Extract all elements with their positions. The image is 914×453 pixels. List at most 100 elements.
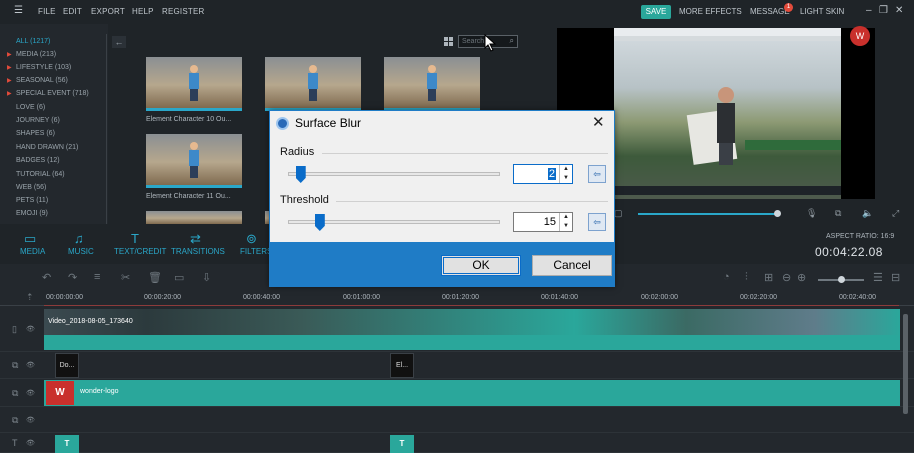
radius-input[interactable]: 2 ▲ ▼ — [513, 164, 573, 184]
snapshot-icon[interactable]: ⧉ — [835, 208, 841, 219]
volume-icon[interactable]: 🔈 — [862, 208, 873, 219]
category-item[interactable]: LOVE (6) — [16, 104, 45, 111]
ok-button[interactable]: OK — [441, 255, 521, 276]
close-icon[interactable]: ✕ — [895, 5, 903, 16]
media-thumbnail[interactable] — [146, 134, 242, 188]
close-icon[interactable]: ✕ — [592, 113, 605, 131]
add-track-icon[interactable]: ⇡ — [26, 292, 34, 303]
threshold-spinner[interactable]: ▲ ▼ — [559, 213, 572, 231]
threshold-label: Threshold — [280, 194, 329, 206]
eye-icon[interactable]: 👁 — [26, 325, 35, 333]
radius-slider[interactable] — [288, 172, 500, 176]
save-button[interactable]: SAVE — [641, 5, 671, 19]
minimize-icon[interactable]: – — [866, 5, 872, 16]
category-item[interactable]: ▶ LIFESTYLE (103) — [7, 64, 72, 71]
text-clip[interactable]: T — [390, 435, 414, 453]
zoom-in-icon[interactable]: ⊕ — [797, 271, 806, 284]
crop-icon[interactable]: ▭ — [174, 271, 184, 284]
radius-spinner[interactable]: ▲ ▼ — [559, 165, 572, 183]
tab-music[interactable]: MUSIC — [68, 247, 94, 256]
video-clip-audio[interactable] — [44, 335, 900, 350]
microphone-icon[interactable]: 🎙 — [806, 208, 817, 219]
text-clip[interactable]: T — [55, 435, 79, 453]
ruler-label: 00:02:20:00 — [740, 294, 777, 301]
video-clip[interactable] — [44, 309, 900, 335]
ruler-label: 00:00:00:00 — [46, 294, 83, 301]
cut-icon[interactable]: ✂ — [121, 271, 130, 284]
menu-help[interactable]: HELP — [132, 7, 154, 16]
fit-icon[interactable]: ⊟ — [891, 271, 900, 284]
character-figure — [307, 65, 319, 101]
empty-track — [0, 407, 914, 433]
eye-icon[interactable]: 👁 — [26, 389, 35, 397]
undo-icon[interactable]: ↶ — [42, 271, 51, 284]
overlay-clip[interactable]: El... — [390, 353, 414, 378]
eye-icon[interactable]: 👁 — [26, 361, 35, 369]
maximize-icon[interactable]: ❐ — [879, 5, 888, 16]
adjust-icon[interactable]: ≡ — [94, 271, 100, 283]
tab-filters[interactable]: FILTERS — [240, 247, 272, 256]
redo-icon[interactable]: ↷ — [68, 271, 77, 284]
eye-icon[interactable]: 👁 — [26, 416, 35, 424]
list-view-icon[interactable]: ☰ — [873, 271, 883, 284]
radius-slider-thumb[interactable] — [295, 166, 306, 183]
zoom-out-icon[interactable]: ⊖ — [782, 271, 791, 284]
media-thumbnail[interactable] — [146, 211, 242, 224]
category-label: LIFESTYLE (103) — [16, 64, 72, 71]
more-effects-link[interactable]: MORE EFFECTS — [679, 7, 742, 16]
back-arrow-icon[interactable]: ← — [112, 36, 126, 48]
threshold-input[interactable]: 15 ▲ ▼ — [513, 212, 573, 232]
text-track — [0, 433, 914, 453]
eye-icon[interactable]: 👁 — [26, 439, 35, 447]
category-item[interactable]: EMOJI (9) — [16, 210, 48, 217]
play-mode-icon[interactable]: ◔ — [723, 271, 730, 283]
radius-reset-button[interactable]: ⇦ — [588, 165, 606, 183]
tab-media[interactable]: MEDIA — [20, 247, 45, 256]
ruler-label: 00:00:20:00 — [144, 294, 181, 301]
media-thumbnail[interactable] — [384, 57, 480, 111]
overlay-clip[interactable]: Do... — [55, 353, 79, 378]
media-thumbnail[interactable] — [265, 57, 361, 111]
playback-scrubber[interactable] — [638, 213, 778, 215]
preview-bench — [745, 140, 841, 150]
menu-edit[interactable]: EDIT — [63, 7, 82, 16]
split-icon[interactable]: ⊞ — [764, 271, 773, 284]
logo-clip[interactable] — [44, 380, 900, 406]
category-item[interactable]: ▶ SPECIAL EVENT (718) — [7, 90, 89, 97]
aspect-ratio-label[interactable]: ASPECT RATIO: 16:9 — [826, 233, 894, 240]
category-item[interactable]: ▶ MEDIA (213) — [7, 51, 56, 58]
expand-arrow-icon: ▶ — [7, 91, 12, 97]
hamburger-icon[interactable]: ☰ — [14, 5, 23, 16]
export-frame-icon[interactable]: ⇩ — [202, 271, 211, 284]
surface-blur-dialog: Surface Blur ✕ Radius 2 ▲ ▼ ⇦ Threshold 1… — [269, 110, 615, 287]
category-item[interactable]: WEB (56) — [16, 184, 46, 191]
cancel-button[interactable]: Cancel — [532, 255, 612, 276]
menu-register[interactable]: REGISTER — [162, 7, 205, 16]
expand-arrow-icon: ▶ — [7, 65, 12, 71]
menu-file[interactable]: FILE — [38, 7, 56, 16]
tab-text-credit[interactable]: TEXT/CREDIT — [114, 247, 166, 256]
scrubber-handle[interactable] — [774, 210, 781, 217]
media-thumbnail[interactable] — [146, 57, 242, 111]
category-item[interactable]: ALL (1217) — [16, 38, 50, 45]
threshold-slider-thumb[interactable] — [314, 214, 325, 231]
light-skin-link[interactable]: LIGHT SKIN — [800, 7, 844, 16]
timeline-scrollbar[interactable] — [903, 314, 908, 414]
menu-export[interactable]: EXPORT — [91, 7, 125, 16]
category-item[interactable]: SHAPES (6) — [16, 130, 55, 137]
tab-transitions[interactable]: TRANSITIONS — [171, 247, 225, 256]
stop-icon[interactable]: ▢ — [614, 208, 623, 219]
category-item[interactable]: JOURNEY (6) — [16, 117, 60, 124]
fullscreen-icon[interactable]: ⤢ — [892, 208, 899, 219]
category-item[interactable]: PETS (11) — [16, 197, 48, 204]
category-item[interactable]: TUTORIAL (64) — [16, 171, 65, 178]
threshold-reset-button[interactable]: ⇦ — [588, 213, 606, 231]
grid-view-icon[interactable] — [444, 37, 453, 46]
ruler-label: 00:01:00:00 — [343, 294, 380, 301]
category-item[interactable]: ▶ SEASONAL (56) — [7, 77, 68, 84]
category-item[interactable]: HAND DRAWN (21) — [16, 144, 78, 151]
zoom-slider-handle[interactable] — [838, 276, 845, 283]
delete-icon[interactable]: 🗑 — [148, 271, 162, 284]
audio-mixer-icon[interactable]: ⫶ — [745, 271, 748, 284]
category-item[interactable]: BADGES (12) — [16, 157, 60, 164]
